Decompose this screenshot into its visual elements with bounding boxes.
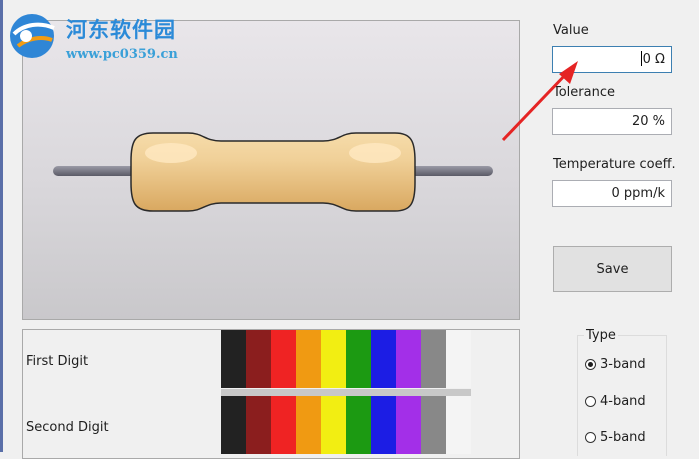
- second-digit-swatch-yellow[interactable]: [321, 396, 346, 454]
- first-digit-swatch-green[interactable]: [346, 330, 371, 388]
- watermark-title: 河东软件园: [66, 18, 176, 42]
- watermark-logo: 河东软件园 www.pc0359.cn: [4, 6, 234, 66]
- second-digit-swatch-red[interactable]: [271, 396, 296, 454]
- body-highlight-left: [145, 143, 197, 163]
- text-caret: [640, 51, 642, 66]
- second-digit-swatches: [221, 396, 471, 454]
- value-input-text: 0 Ω: [642, 52, 665, 67]
- lead-right: [403, 166, 493, 176]
- second-digit-swatch-black[interactable]: [221, 396, 246, 454]
- temp-coeff-input[interactable]: 0 ppm/k: [552, 180, 672, 207]
- second-digit-swatch-white[interactable]: [446, 396, 471, 454]
- radio-3-band-indicator[interactable]: [585, 359, 596, 370]
- first-digit-label: First Digit: [26, 354, 89, 369]
- second-digit-swatch-brown[interactable]: [246, 396, 271, 454]
- watermark-url: www.pc0359.cn: [66, 47, 178, 62]
- save-button[interactable]: Save: [553, 246, 672, 292]
- radio-3-band-label[interactable]: 3-band: [600, 357, 646, 372]
- second-digit-swatch-green[interactable]: [346, 396, 371, 454]
- body-highlight-right: [349, 143, 401, 163]
- first-digit-swatch-orange[interactable]: [296, 330, 321, 388]
- first-digit-swatch-grey[interactable]: [421, 330, 446, 388]
- first-digit-swatches: [221, 330, 471, 388]
- swatch-row-divider: [221, 389, 471, 396]
- save-button-label: Save: [596, 261, 629, 277]
- radio-4-band-label[interactable]: 4-band: [600, 394, 646, 409]
- second-digit-swatch-violet[interactable]: [396, 396, 421, 454]
- second-digit-label: Second Digit: [26, 420, 109, 435]
- second-digit-swatch-grey[interactable]: [421, 396, 446, 454]
- value-input[interactable]: 0 Ω: [552, 46, 672, 73]
- first-digit-swatch-white[interactable]: [446, 330, 471, 388]
- radio-3-band[interactable]: 3-band: [585, 357, 646, 372]
- first-digit-swatch-yellow[interactable]: [321, 330, 346, 388]
- temp-coeff-label: Temperature coeff.: [553, 157, 676, 172]
- tolerance-input-text: 20 %: [631, 114, 665, 129]
- radio-5-band-label[interactable]: 5-band: [600, 430, 646, 445]
- lead-left: [53, 166, 138, 176]
- tolerance-label: Tolerance: [553, 85, 615, 100]
- first-digit-swatch-black[interactable]: [221, 330, 246, 388]
- watermark-globe-icon: [10, 14, 55, 58]
- second-digit-swatch-blue[interactable]: [371, 396, 396, 454]
- radio-5-band[interactable]: 5-band: [585, 430, 646, 445]
- temp-coeff-input-text: 0 ppm/k: [611, 186, 665, 201]
- second-digit-swatch-orange[interactable]: [296, 396, 321, 454]
- radio-5-band-indicator[interactable]: [585, 432, 596, 443]
- window-edge: [0, 0, 3, 452]
- first-digit-swatch-violet[interactable]: [396, 330, 421, 388]
- radio-4-band-indicator[interactable]: [585, 396, 596, 407]
- radio-4-band[interactable]: 4-band: [585, 394, 646, 409]
- type-group-legend: Type: [584, 328, 618, 343]
- tolerance-input[interactable]: 20 %: [552, 108, 672, 135]
- value-label: Value: [553, 23, 589, 38]
- first-digit-swatch-blue[interactable]: [371, 330, 396, 388]
- first-digit-swatch-red[interactable]: [271, 330, 296, 388]
- first-digit-swatch-brown[interactable]: [246, 330, 271, 388]
